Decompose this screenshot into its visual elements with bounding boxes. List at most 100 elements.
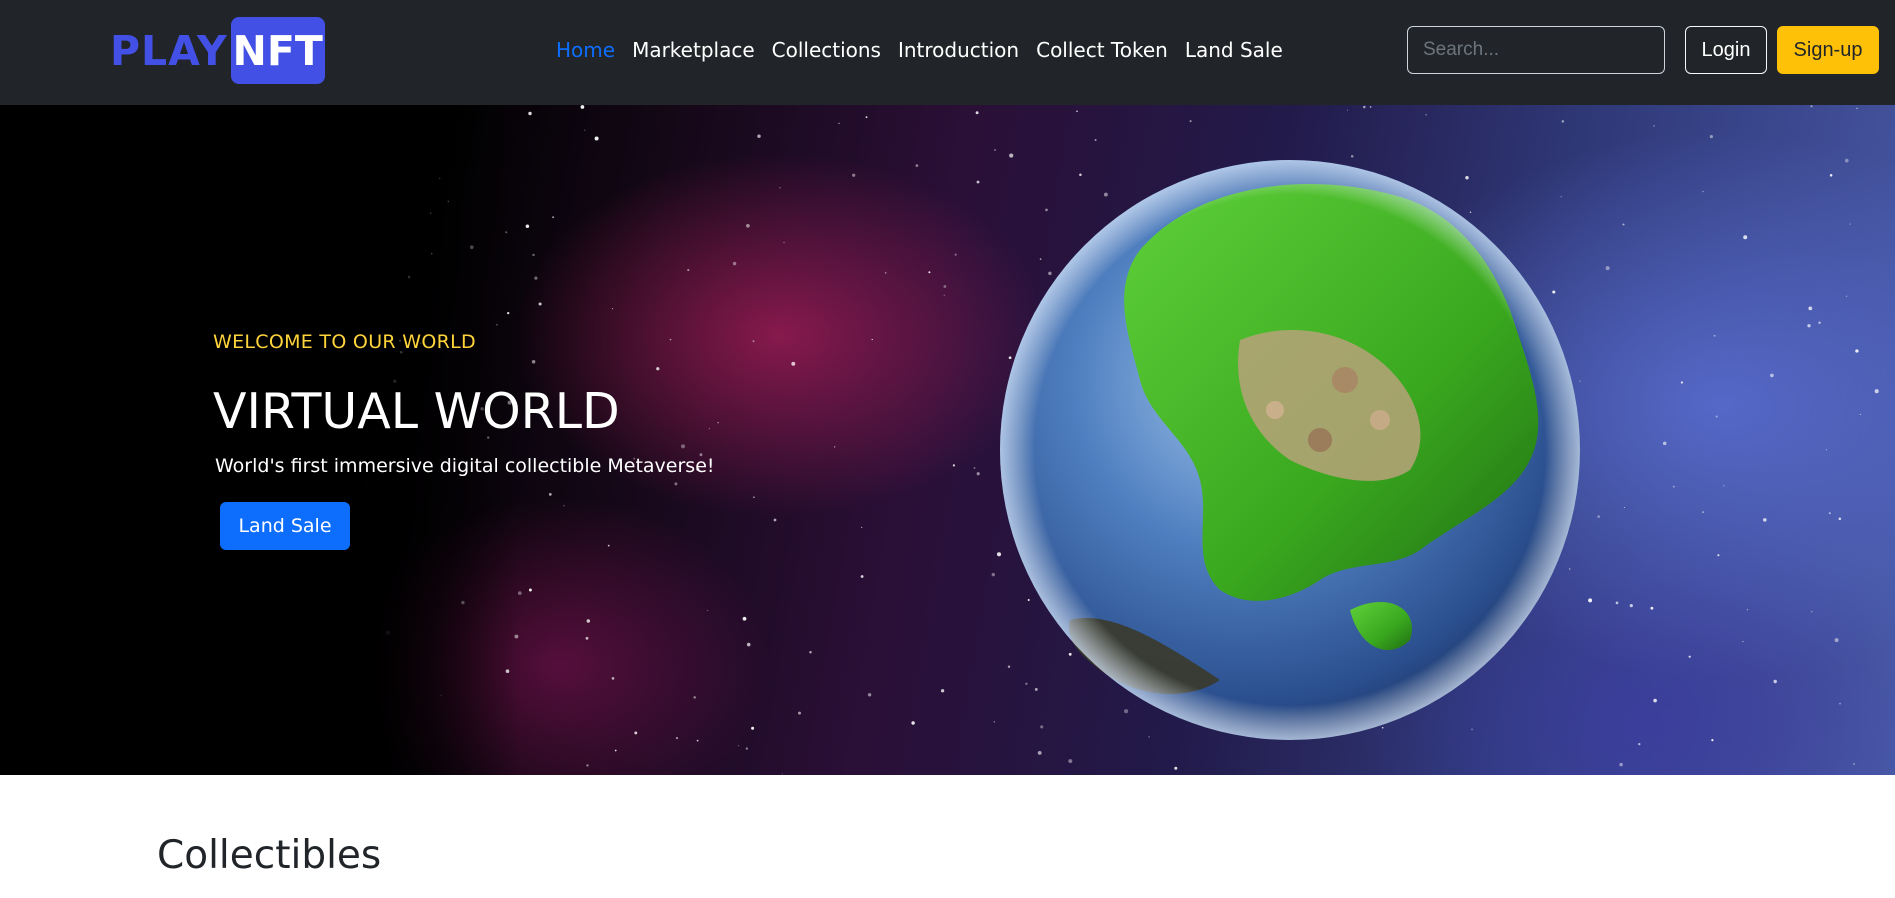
star [1773,679,1777,684]
star [742,616,747,621]
star [586,764,589,767]
star [584,129,586,131]
star [1746,608,1749,611]
login-button[interactable]: Login [1685,26,1767,74]
earth-globe-image [1000,160,1580,740]
brand-logo[interactable]: PLAY NFT [110,17,325,84]
star [773,518,777,522]
nav-link-marketplace[interactable]: Marketplace [632,36,755,64]
signup-button[interactable]: Sign-up [1777,26,1879,74]
star [669,338,672,341]
star [943,285,947,288]
navbar: PLAY NFT Home Marketplace Collections In… [0,0,1895,105]
brand-logo-nft: NFT [230,17,325,84]
star [1623,506,1625,509]
star [753,496,755,498]
star [1622,223,1625,226]
star [1174,766,1178,770]
star [798,711,801,715]
star [940,689,945,693]
star [975,111,979,115]
star [915,164,919,167]
star [860,575,864,578]
hero-eyebrow: WELCOME TO OUR WORLD [213,331,476,353]
star [1839,702,1841,705]
star [911,721,915,725]
nav-link-collections[interactable]: Collections [772,36,881,64]
star [1068,759,1073,764]
brand-logo-play: PLAY [110,26,228,75]
star [943,294,945,296]
star [1597,515,1601,518]
star [1853,763,1855,766]
star [1715,415,1718,418]
star [1810,105,1813,108]
star [656,367,660,371]
search-input[interactable] [1407,26,1665,74]
star [552,216,555,219]
star [717,422,719,424]
star [738,745,740,747]
star [1829,174,1833,177]
star [1859,413,1861,416]
star [1688,655,1691,658]
star [607,544,610,547]
star [1844,158,1849,163]
land-sale-button[interactable]: Land Sale [220,502,350,550]
star [1189,120,1192,123]
star [696,739,699,742]
star [1818,321,1821,324]
star [1605,266,1610,271]
star [1717,554,1720,557]
star [852,173,856,177]
star [586,619,591,623]
star [783,242,785,244]
nav-link-home[interactable]: Home [556,36,615,64]
star [973,467,976,469]
nav-link-collect-token[interactable]: Collect Token [1036,36,1168,64]
star [1811,610,1813,613]
star [707,609,709,612]
nav-link-land-sale[interactable]: Land Sale [1185,36,1283,64]
star [1763,518,1767,522]
star [534,276,538,280]
star [525,224,530,228]
star [1076,110,1078,113]
star [954,253,957,256]
star [1653,698,1657,703]
star [528,588,532,592]
hero-subtitle: World's first immersive digital collecti… [215,455,715,477]
star [976,180,980,184]
star [865,116,868,119]
star [751,726,755,730]
star [1828,512,1831,515]
star [781,773,783,775]
star [1713,334,1716,337]
star [687,268,690,272]
star [838,122,840,124]
star [1702,511,1704,513]
star [1680,381,1684,384]
star [884,272,887,274]
star [1855,349,1859,353]
star [1834,638,1839,643]
section-title-collectibles: Collectibles [157,833,382,878]
star [1856,107,1858,110]
star [532,253,535,257]
star [1702,190,1704,193]
hero-title: VIRTUAL WORLD [213,383,620,440]
star [1874,389,1879,394]
star [1709,135,1713,139]
star [614,749,617,752]
nav-link-introduction[interactable]: Introduction [898,36,1019,64]
star [732,261,737,266]
hero-left-shade [0,105,520,775]
star [531,360,536,364]
star [745,747,749,750]
star [680,444,686,449]
star [611,308,614,310]
star [528,111,532,116]
star [1037,750,1042,755]
star [867,693,872,697]
star [757,134,761,138]
